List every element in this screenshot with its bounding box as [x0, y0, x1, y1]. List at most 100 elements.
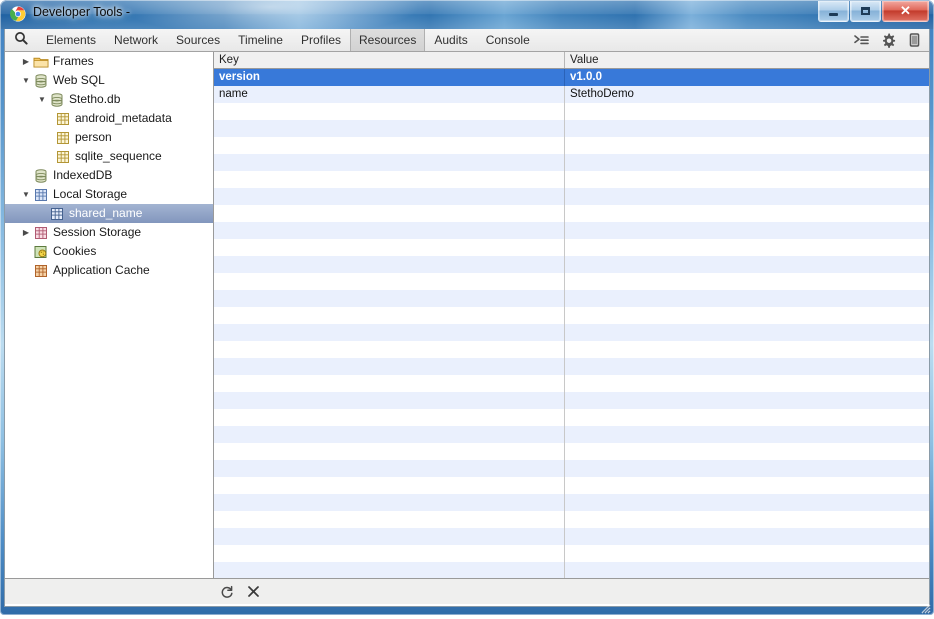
tab-profiles[interactable]: Profiles [292, 29, 350, 51]
table-row-empty[interactable] [214, 222, 929, 239]
window-controls: ✕ [817, 1, 929, 22]
sidebar-item-session-storage[interactable]: ▶ Session Storage [5, 223, 213, 242]
cell-key [214, 528, 565, 545]
cell-key [214, 290, 565, 307]
table-row-empty[interactable] [214, 392, 929, 409]
sidebar-item-android-metadata[interactable]: android_metadata [5, 109, 213, 128]
sidebar-item-sqlite-sequence[interactable]: sqlite_sequence [5, 147, 213, 166]
cell-key [214, 188, 565, 205]
sidebar-item-frames[interactable]: ▶ Frames [5, 52, 213, 71]
table-row-empty[interactable] [214, 154, 929, 171]
cell-key [214, 443, 565, 460]
table-row-empty[interactable] [214, 307, 929, 324]
table-row-empty[interactable] [214, 137, 929, 154]
chevron-down-icon[interactable]: ▼ [19, 76, 33, 85]
table-row-empty[interactable] [214, 188, 929, 205]
table-row-empty[interactable] [214, 511, 929, 528]
sidebar-item-label: android_metadata [75, 111, 172, 125]
storage-grid-icon [49, 207, 65, 221]
refresh-icon[interactable] [214, 579, 240, 605]
sidebar-item-indexeddb[interactable]: IndexedDB [5, 166, 213, 185]
table-row-empty[interactable] [214, 545, 929, 562]
table-icon [55, 112, 71, 126]
cell-value[interactable]: v1.0.0 [565, 69, 929, 86]
cell-value [565, 205, 929, 222]
toolbar-right-icons [854, 29, 929, 51]
sidebar-item-application-cache[interactable]: Application Cache [5, 261, 213, 280]
delete-icon[interactable] [240, 579, 266, 605]
resources-sidebar[interactable]: ▶ Frames ▼ Web SQL ▼ Stetho.db android_m… [5, 52, 213, 578]
cell-key [214, 511, 565, 528]
table-row-empty[interactable] [214, 273, 929, 290]
table-row-empty[interactable] [214, 256, 929, 273]
search-button[interactable] [5, 29, 37, 51]
table-row[interactable]: version v1.0.0 [214, 69, 929, 86]
database-icon [33, 73, 49, 88]
tab-timeline[interactable]: Timeline [229, 29, 292, 51]
table-row-empty[interactable] [214, 205, 929, 222]
tab-network[interactable]: Network [105, 29, 167, 51]
tab-audits[interactable]: Audits [425, 29, 476, 51]
tab-console[interactable]: Console [477, 29, 539, 51]
storage-grid-icon [33, 188, 49, 202]
table-row-empty[interactable] [214, 171, 929, 188]
folder-icon [33, 55, 49, 69]
chevron-right-icon[interactable]: ▶ [19, 57, 33, 66]
table-row-empty[interactable] [214, 562, 929, 578]
table-row-empty[interactable] [214, 239, 929, 256]
table-row-empty[interactable] [214, 477, 929, 494]
tab-sources[interactable]: Sources [167, 29, 229, 51]
cell-key[interactable]: version [214, 69, 565, 86]
tab-label: Network [114, 33, 159, 47]
table-row-empty[interactable] [214, 375, 929, 392]
cell-key [214, 307, 565, 324]
table-row-empty[interactable] [214, 460, 929, 477]
sidebar-item-cookies[interactable]: Cookies [5, 242, 213, 261]
settings-gear-icon[interactable] [881, 32, 896, 48]
chevron-down-icon[interactable]: ▼ [19, 190, 33, 199]
table-row-empty[interactable] [214, 409, 929, 426]
devtools-toolbar: Elements Network Sources Timeline Profil… [5, 29, 929, 52]
title-bar[interactable]: Developer Tools - ✕ [0, 0, 934, 29]
tab-elements[interactable]: Elements [37, 29, 105, 51]
column-header-key[interactable]: Key [214, 52, 565, 68]
table-row-empty[interactable] [214, 494, 929, 511]
sidebar-item-local-storage[interactable]: ▼ Local Storage [5, 185, 213, 204]
chevron-down-icon[interactable]: ▼ [35, 95, 49, 104]
cell-value [565, 239, 929, 256]
cell-value[interactable]: StethoDemo [565, 86, 929, 103]
sidebar-item-shared-name[interactable]: shared_name [5, 204, 213, 223]
close-button[interactable]: ✕ [882, 1, 929, 22]
cell-key [214, 239, 565, 256]
title-bar-background [0, 0, 934, 29]
table-row-empty[interactable] [214, 528, 929, 545]
table-row[interactable]: name StethoDemo [214, 86, 929, 103]
tab-resources[interactable]: Resources [350, 29, 426, 51]
column-header-value[interactable]: Value [565, 52, 929, 68]
cell-key [214, 375, 565, 392]
close-icon: ✕ [900, 3, 911, 18]
cell-value [565, 307, 929, 324]
table-row-empty[interactable] [214, 443, 929, 460]
cell-key[interactable]: name [214, 86, 565, 103]
dock-position-icon[interactable] [908, 33, 921, 47]
table-row-empty[interactable] [214, 324, 929, 341]
console-drawer-icon[interactable] [854, 34, 869, 47]
table-row-empty[interactable] [214, 358, 929, 375]
cell-key [214, 120, 565, 137]
minimize-button[interactable] [818, 1, 849, 22]
maximize-button[interactable] [850, 1, 881, 22]
table-row-empty[interactable] [214, 341, 929, 358]
table-row-empty[interactable] [214, 103, 929, 120]
cell-value [565, 256, 929, 273]
table-row-empty[interactable] [214, 120, 929, 137]
table-row-empty[interactable] [214, 426, 929, 443]
chevron-right-icon[interactable]: ▶ [19, 228, 33, 237]
cell-value [565, 511, 929, 528]
sidebar-item-web-sql[interactable]: ▼ Web SQL [5, 71, 213, 90]
table-row-empty[interactable] [214, 290, 929, 307]
sidebar-item-person[interactable]: person [5, 128, 213, 147]
sidebar-item-stetho-db[interactable]: ▼ Stetho.db [5, 90, 213, 109]
sidebar-item-label: Cookies [53, 244, 97, 258]
minimize-icon [819, 1, 848, 21]
